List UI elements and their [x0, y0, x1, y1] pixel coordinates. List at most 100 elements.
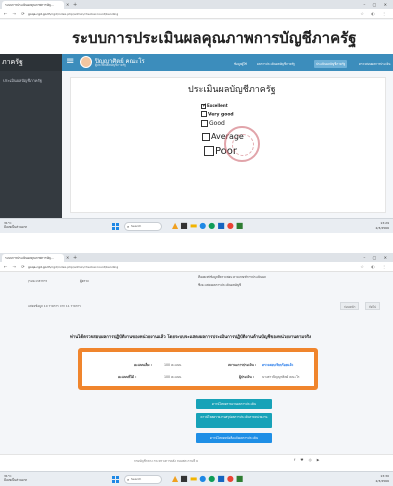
url-path: /cgd/index.php/admin/checkaccount/bendin… — [50, 265, 119, 269]
checkbox-average[interactable] — [202, 132, 210, 141]
store-icon[interactable]: ■ — [217, 221, 227, 230]
chrome-icon[interactable]: ● — [208, 474, 217, 483]
menu-assessment-results[interactable]: ผลการประเมินผลบัญชีภาครัฐ — [255, 60, 297, 68]
browser-tab-bar: ระบบการประเมินผลคุณภาพการบัญ... ✕ + – ▢ … — [0, 253, 393, 262]
weather-desc: มีเมฆเป็นส่วนมาก — [4, 478, 28, 482]
address-bar: ← → ⟳ goqa.cgd.go.th/cgd/index.php/admin… — [0, 262, 393, 272]
result-summary-box — [78, 348, 318, 390]
option-very-good[interactable]: Very good — [201, 111, 234, 118]
total-score-value: 100 คะแนน — [164, 363, 182, 367]
windows-start-icon[interactable] — [112, 223, 120, 231]
obtained-score-value: 100 คะแนน — [164, 375, 182, 379]
address-bar: ← → ⟳ goqa.cgd.go.th/cgd/index.php/admin… — [0, 9, 393, 19]
weather-desc: มีเมฆเป็นส่วนมาก — [4, 225, 28, 229]
excel-icon[interactable]: ■ — [236, 474, 246, 483]
system-title: ระบบการประเมินผลคุณภาพการบัญชีภาครัฐ — [72, 29, 357, 47]
task-view-icon[interactable]: ■ — [180, 221, 190, 230]
file-explorer-icon[interactable]: ▬ — [190, 474, 200, 483]
system-tray[interactable]: 13:30 2/3/2566 — [376, 474, 389, 484]
browser-tab[interactable]: ระบบการประเมินผลคุณภาพการบัญ... — [2, 254, 64, 262]
option-good[interactable]: Good — [201, 120, 225, 127]
task-view-icon[interactable]: ■ — [180, 474, 190, 483]
stamp-seal-icon — [224, 126, 260, 162]
search-icon: ⌕ — [127, 224, 130, 229]
widget-icon[interactable]: ▲ — [172, 221, 180, 230]
search-label: Search — [131, 477, 142, 481]
url-host: goqa.cgd.go.th — [28, 265, 51, 269]
download-report-button[interactable]: ดาวน์โหลดรายงานผลการประเมิน — [196, 399, 272, 409]
table-cell: ซึ่งจะแสดงผลการประเมินผลบัญชี — [198, 283, 242, 287]
url-path: /cgd/index.php/admin/checkaccount/bendin… — [50, 12, 119, 16]
store-icon[interactable]: ■ — [217, 474, 227, 483]
taskbar-search[interactable]: ⌕ Search — [124, 475, 162, 484]
clock-time: 13:30 — [380, 474, 389, 478]
windows-start-icon[interactable] — [112, 476, 120, 484]
user-role: ผู้ประเมินผลบัญชีภาครัฐ — [95, 63, 126, 67]
checked-heading: ท่านได้ตรวจสอบผลการปฏิบัติงานของหน่วยงาน… — [70, 335, 312, 340]
new-tab-icon[interactable]: + — [73, 254, 77, 262]
option-label: Very good — [208, 112, 234, 118]
menu-assess-accounts[interactable]: ประเมินผลบัญชีภาครัฐ — [314, 60, 348, 68]
edge-icon[interactable]: ● — [199, 474, 208, 483]
app-icon[interactable]: ● — [227, 221, 236, 230]
weather-widget[interactable]: 31°C มีเมฆเป็นส่วนมาก — [4, 221, 27, 229]
file-explorer-icon[interactable]: ▬ — [190, 221, 200, 230]
assessor-label: ผู้ประเมิน : — [239, 375, 255, 379]
sidebar-brand[interactable]: ภาครัฐ — [0, 54, 62, 71]
social-icons[interactable]: f ♥ ◎ ▶ — [294, 458, 321, 462]
clock-date: 2/3/2566 — [375, 226, 389, 230]
menu-check-results[interactable]: ตรวจสอบผลการประเมิน — [357, 60, 392, 68]
avatar[interactable] — [80, 56, 92, 68]
menu-user-info[interactable]: ข้อมูลผู้ใช้ — [232, 60, 249, 68]
checkbox-poor[interactable] — [204, 146, 214, 156]
url-field[interactable]: goqa.cgd.go.th/cgd/index.php/admin/check… — [28, 264, 318, 270]
obtained-score-label: คะแนนที่ได้ : — [118, 375, 137, 379]
system-tray[interactable]: 13:29 2/3/2566 — [376, 221, 389, 231]
chrome-icon[interactable]: ● — [208, 221, 217, 230]
status-label: สถานะการประเมิน : — [228, 363, 257, 367]
taskbar-app-icons[interactable]: ▲■▬●●■●■ — [172, 221, 245, 231]
status-badge: ตรวจสอบเรียบร้อยแล้ว — [262, 363, 294, 367]
hamburger-menu-icon[interactable]: ≡ — [66, 56, 76, 68]
checkmark-icon: ✓ — [202, 102, 208, 109]
weather-widget[interactable]: 31°C มีเมฆเป็นส่วนมาก — [4, 474, 27, 482]
taskbar-app-icons[interactable]: ▲■▬●●■●■ — [172, 474, 245, 484]
widget-icon[interactable]: ▲ — [172, 474, 180, 483]
download-summary-button[interactable]: ดาวน์โหลดรายงานสรุปผลการประเมินรายหน่วยง… — [196, 413, 272, 428]
checkbox-good[interactable] — [201, 120, 208, 127]
browser-extension-icons[interactable]: ☆ ◐ ⋮ — [360, 10, 389, 18]
url-field[interactable]: goqa.cgd.go.th/cgd/index.php/admin/check… — [28, 11, 318, 17]
app-icon[interactable]: ● — [227, 474, 236, 483]
clock-time: 13:29 — [380, 221, 389, 225]
browser-tab-bar: ระบบการประเมินผลคุณภาพการบัญ... ✕ + – ▢ … — [0, 0, 393, 9]
table-cell: (ระยะเวลาการ — [28, 279, 48, 283]
pagination-prev-button[interactable]: ก่อนหน้า — [340, 302, 360, 310]
total-score-label: คะแนนเต็ม : — [134, 363, 152, 367]
browser-extension-icons[interactable]: ☆ ◐ ⋮ — [360, 263, 389, 271]
clock-date: 2/3/2566 — [375, 479, 389, 483]
window-controls-icon[interactable]: – ▢ ✕ — [363, 1, 390, 9]
url-host: goqa.cgd.go.th — [28, 12, 51, 16]
footer-text: กรมบัญชีกลาง กระทรวงการคลัง ถนนพระรามที่… — [134, 459, 199, 463]
pagination-info: แสดงข้อมูล 10 รายการ จาก 11 รายการ — [28, 304, 81, 308]
sidebar-item-assessment[interactable]: ประเมินผลบัญชีภาครัฐ — [3, 77, 42, 84]
back-forward-reload-icon[interactable]: ← → ⟳ — [4, 263, 27, 271]
windows-taskbar: 31°C มีเมฆเป็นส่วนมาก ⌕ Search ▲■▬●●■●■ 13… — [0, 218, 393, 233]
checkbox-very-good[interactable] — [201, 111, 207, 117]
edge-icon[interactable]: ● — [199, 221, 208, 230]
excel-icon[interactable]: ■ — [236, 221, 246, 230]
screenshot-assessment-result: ระบบการประเมินผลคุณภาพการบัญ... ✕ + – ▢ … — [0, 253, 393, 486]
option-label: Excellent — [207, 103, 228, 108]
table-cell: ที่เผยแพร่ข้อมูลที่ตรวจสอบ ตามเกณฑ์การปร… — [198, 275, 266, 279]
browser-tab[interactable]: ระบบการประเมินผลคุณภาพการบัญ... — [2, 1, 64, 9]
screenshot-assessment-form: ระบบการประเมินผลคุณภาพการบัญ... ✕ + – ▢ … — [0, 0, 393, 233]
pagination-next-button[interactable]: ถัดไป — [365, 302, 381, 310]
download-notice-button[interactable]: ดาวน์โหลดหนังสือแจ้งผลการประเมิน — [196, 433, 272, 443]
taskbar-search[interactable]: ⌕ Search — [124, 222, 162, 231]
back-forward-reload-icon[interactable]: ← → ⟳ — [4, 10, 27, 18]
window-controls-icon[interactable]: – ▢ ✕ — [363, 254, 390, 262]
new-tab-icon[interactable]: + — [73, 1, 77, 9]
close-tab-icon[interactable]: ✕ — [66, 1, 69, 9]
assessor-value: นางสาวปิญญาศิตย์ คณะโร — [262, 375, 300, 379]
close-tab-icon[interactable]: ✕ — [66, 254, 69, 262]
